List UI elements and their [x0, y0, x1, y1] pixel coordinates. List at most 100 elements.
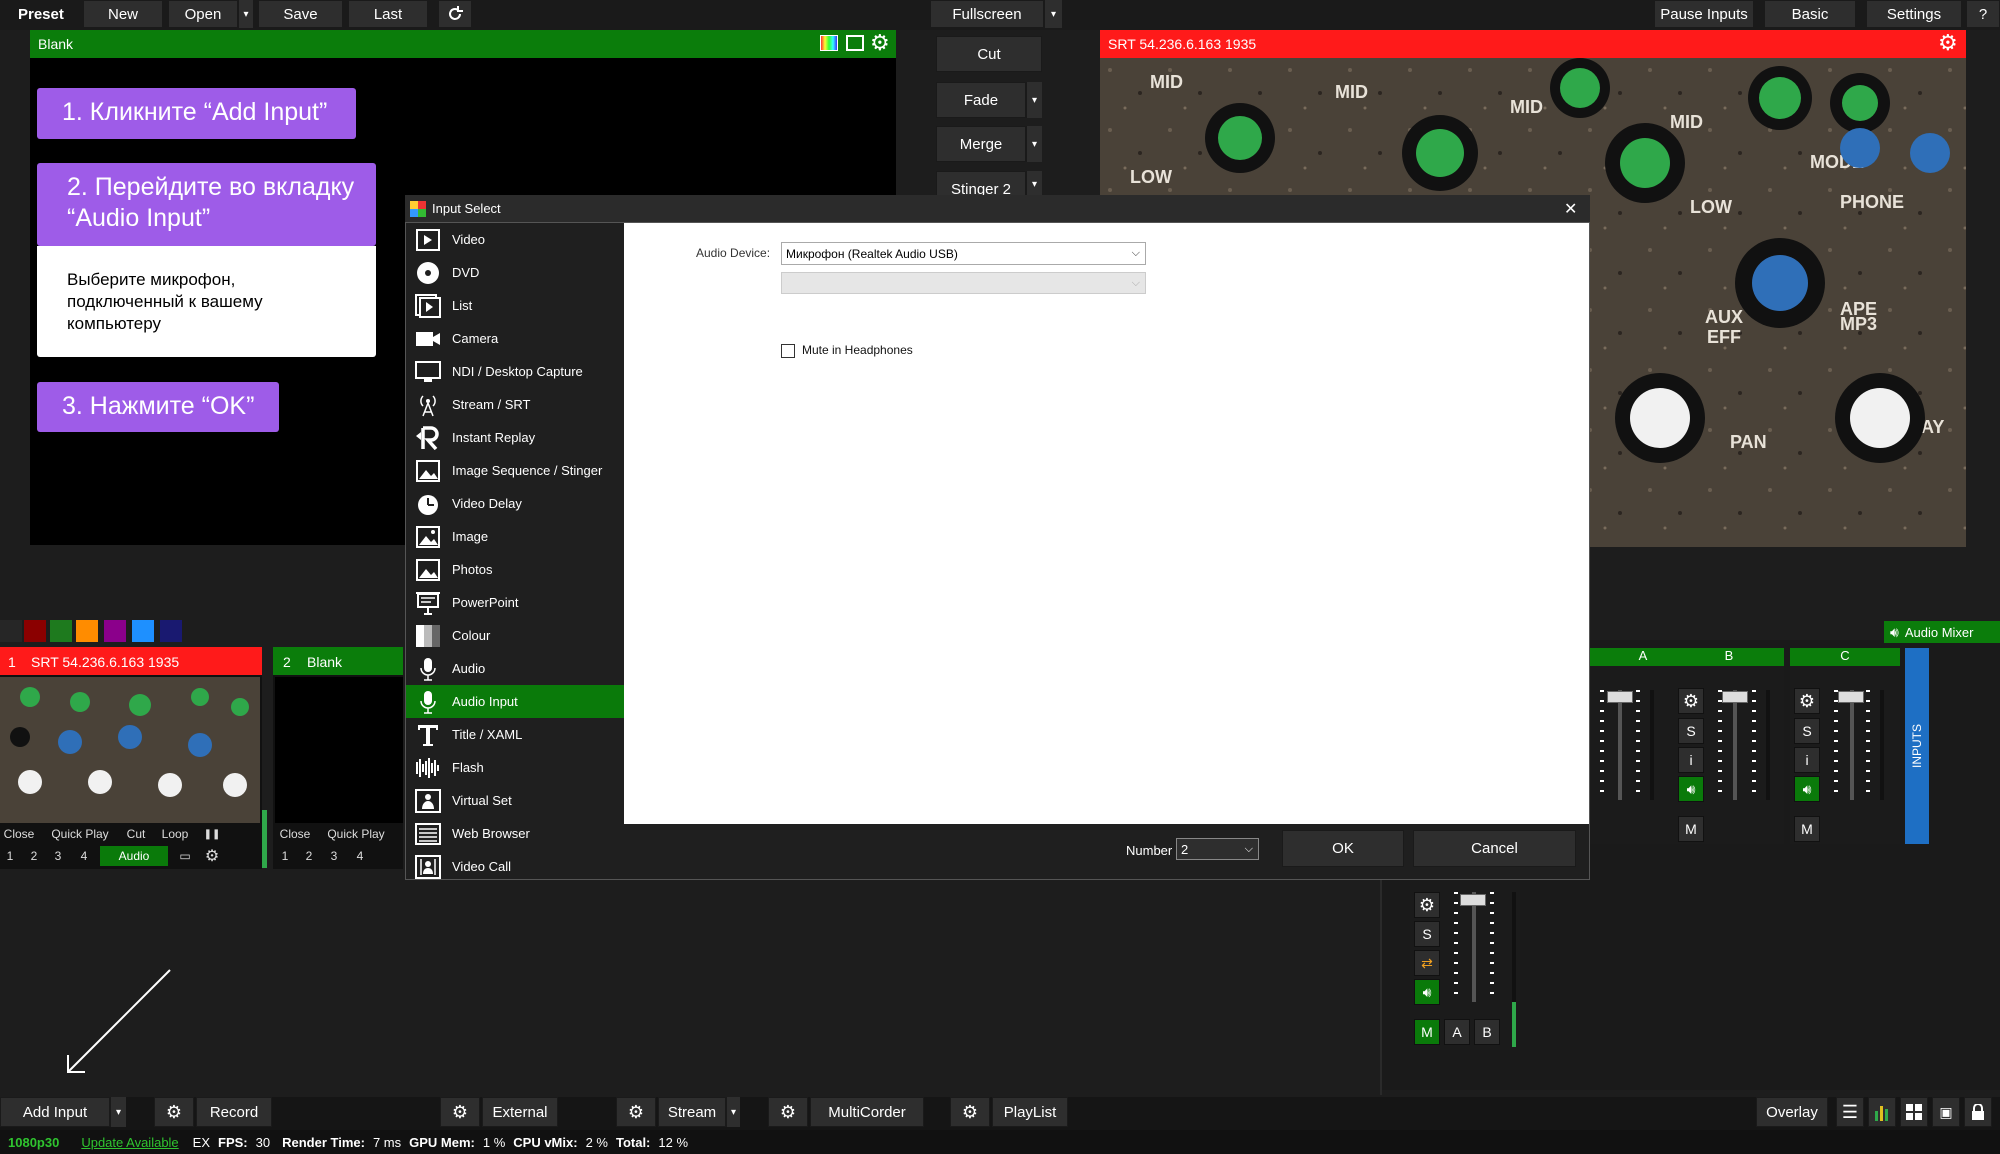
input-2-overlay-4-button[interactable]: 4	[350, 846, 370, 866]
open-button[interactable]: Open	[168, 0, 238, 28]
stinger-2-dropdown-button[interactable]: ▾	[1026, 171, 1042, 198]
category-image[interactable]: Image	[406, 520, 624, 553]
mute-in-headphones-checkbox[interactable]	[781, 344, 795, 358]
input-1-cut-button[interactable]: Cut	[120, 824, 152, 844]
add-input-dropdown-button[interactable]: ▾	[110, 1097, 126, 1127]
palette-colour-2[interactable]	[24, 620, 46, 642]
input-1-quick-play-button[interactable]: Quick Play	[44, 824, 116, 844]
refresh-button[interactable]	[438, 0, 472, 28]
bus-b-speaker-icon[interactable]: 🔊︎	[1678, 776, 1704, 802]
bus-b-fader[interactable]	[1722, 691, 1748, 703]
palette-colour-4[interactable]	[76, 620, 98, 642]
category-instant-replay[interactable]: Instant Replay	[406, 421, 624, 454]
bus-b-info-button[interactable]: i	[1678, 747, 1704, 773]
playlist-settings-gear-icon[interactable]: ⚙	[950, 1097, 990, 1127]
category-flash[interactable]: Flash	[406, 751, 624, 784]
input-2-thumbnail[interactable]	[275, 677, 403, 823]
bus-b-solo-button[interactable]: S	[1678, 718, 1704, 744]
bus-c-fader[interactable]	[1838, 691, 1864, 703]
last-button[interactable]: Last	[348, 0, 428, 28]
new-button[interactable]: New	[83, 0, 163, 28]
cancel-button[interactable]: Cancel	[1413, 830, 1576, 867]
category-list[interactable]: List	[406, 289, 624, 322]
basic-button[interactable]: Basic	[1764, 0, 1856, 28]
ok-button[interactable]: OK	[1282, 830, 1404, 867]
grid-view-icon[interactable]	[1900, 1097, 1928, 1127]
help-button[interactable]: ?	[1966, 0, 2000, 28]
settings-button[interactable]: Settings	[1866, 0, 1962, 28]
preview-settings-gear-icon[interactable]: ⚙	[870, 30, 890, 56]
stream-button[interactable]: Stream	[658, 1097, 726, 1127]
input-1-overlay-3-button[interactable]: 3	[48, 846, 68, 866]
category-virtual-set[interactable]: Virtual Set	[406, 784, 624, 817]
record-button[interactable]: Record	[196, 1097, 272, 1127]
layers-icon[interactable]	[846, 35, 864, 51]
playlist-button[interactable]: PlayList	[992, 1097, 1068, 1127]
input-1-settings-gear-icon[interactable]: ⚙	[200, 846, 224, 866]
pause-inputs-button[interactable]: Pause Inputs	[1654, 0, 1754, 28]
merge-dropdown-button[interactable]: ▾	[1026, 126, 1042, 162]
category-camera[interactable]: Camera	[406, 322, 624, 355]
fade-button[interactable]: Fade	[936, 82, 1026, 118]
category-photos[interactable]: Photos	[406, 553, 624, 586]
inputs-tab[interactable]: INPUTS	[1905, 648, 1929, 844]
input-2-overlay-1-button[interactable]: 1	[275, 846, 295, 866]
multicorder-button[interactable]: MultiCorder	[810, 1097, 924, 1127]
list-view-icon[interactable]: ☰	[1836, 1097, 1864, 1127]
channel-settings-gear-icon[interactable]: ⚙	[1414, 892, 1440, 918]
stream-dropdown-button[interactable]: ▾	[726, 1097, 740, 1127]
audio-levels-icon[interactable]	[1868, 1097, 1896, 1127]
bus-c-settings-gear-icon[interactable]: ⚙	[1794, 688, 1820, 714]
channel-bus-b-button[interactable]: B	[1474, 1019, 1500, 1045]
channel-mute-button[interactable]: M	[1414, 1019, 1440, 1045]
bus-c-speaker-icon[interactable]: 🔊︎	[1794, 776, 1820, 802]
input-1-loop-button[interactable]: Loop	[156, 824, 194, 844]
input-2-overlay-2-button[interactable]: 2	[299, 846, 319, 866]
category-video-delay[interactable]: Video Delay	[406, 487, 624, 520]
channel-fader[interactable]	[1460, 894, 1486, 906]
external-button[interactable]: External	[482, 1097, 558, 1127]
input-2-close-button[interactable]: Close	[275, 824, 315, 844]
category-powerpoint[interactable]: PowerPoint	[406, 586, 624, 619]
channel-solo-button[interactable]: S	[1414, 921, 1440, 947]
input-2-quick-play-button[interactable]: Quick Play	[320, 824, 392, 844]
lock-icon[interactable]	[1964, 1097, 1992, 1127]
category-ndi-desktop-capture[interactable]: NDI / Desktop Capture	[406, 355, 624, 388]
category-stream-srt[interactable]: Stream / SRT	[406, 388, 624, 421]
category-video-call[interactable]: Video Call	[406, 850, 624, 883]
palette-colour-1[interactable]	[0, 620, 22, 642]
input-1-overlay-2-button[interactable]: 2	[24, 846, 44, 866]
record-settings-gear-icon[interactable]: ⚙	[154, 1097, 194, 1127]
input-1-thumbnail[interactable]	[0, 677, 260, 823]
output-settings-gear-icon[interactable]: ⚙	[1938, 30, 1958, 56]
input-1-overlay-4-button[interactable]: 4	[74, 846, 94, 866]
input-1-pause-icon[interactable]: ❚❚	[198, 824, 226, 844]
bus-a-fader[interactable]	[1607, 691, 1633, 703]
input-2-overlay-3-button[interactable]: 3	[324, 846, 344, 866]
external-settings-gear-icon[interactable]: ⚙	[440, 1097, 480, 1127]
fade-dropdown-button[interactable]: ▾	[1026, 82, 1042, 118]
stinger-2-button[interactable]: Stinger 2	[936, 171, 1026, 198]
category-image-sequence-stinger[interactable]: Image Sequence / Stinger	[406, 454, 624, 487]
palette-colour-7[interactable]	[160, 620, 182, 642]
dialog-close-button[interactable]: ✕	[1564, 199, 1577, 219]
audio-mixer-header[interactable]: 🔊︎ Audio Mixer	[1884, 621, 2000, 643]
input-1-monitor-icon[interactable]: ▭	[174, 846, 196, 866]
secondary-select[interactable]: ⌵	[781, 272, 1146, 294]
cut-button[interactable]: Cut	[936, 36, 1042, 72]
merge-button[interactable]: Merge	[936, 126, 1026, 162]
snapshot-icon[interactable]: ▣	[1932, 1097, 1960, 1127]
bus-c-mute-button[interactable]: M	[1794, 816, 1820, 842]
palette-colour-3[interactable]	[50, 620, 72, 642]
bus-b-mute-button[interactable]: M	[1678, 816, 1704, 842]
stream-settings-gear-icon[interactable]: ⚙	[616, 1097, 656, 1127]
input-1-close-button[interactable]: Close	[0, 824, 38, 844]
overlay-button[interactable]: Overlay	[1756, 1097, 1828, 1127]
bus-b-settings-gear-icon[interactable]: ⚙	[1678, 688, 1704, 714]
input-1-audio-button[interactable]: Audio	[100, 846, 168, 866]
fullscreen-dropdown-button[interactable]: ▾	[1044, 0, 1062, 28]
add-input-button[interactable]: Add Input	[0, 1097, 110, 1127]
bus-c-info-button[interactable]: i	[1794, 747, 1820, 773]
dialog-title-bar[interactable]	[405, 195, 1590, 223]
update-available-link[interactable]: Update Available	[81, 1135, 178, 1150]
